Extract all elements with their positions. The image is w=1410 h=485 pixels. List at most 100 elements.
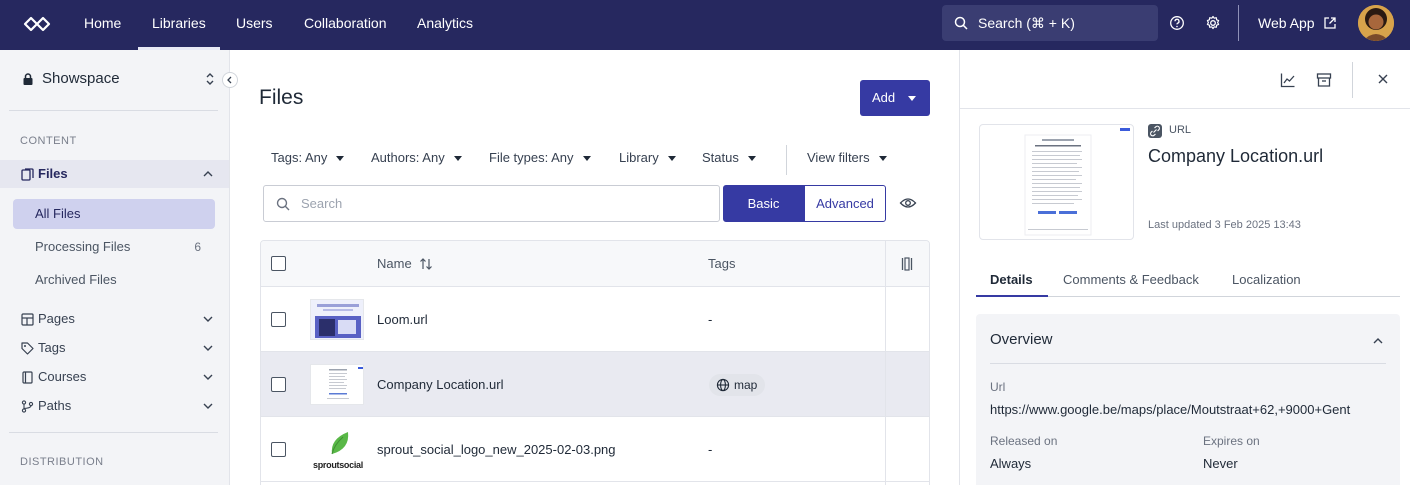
expires-on-value: Never bbox=[1203, 456, 1238, 471]
advanced-mode-button[interactable]: Advanced bbox=[804, 185, 886, 222]
gear-icon[interactable] bbox=[1205, 15, 1221, 31]
help-icon[interactable] bbox=[1169, 15, 1185, 31]
column-header-tags: Tags bbox=[708, 256, 736, 271]
external-link-icon[interactable] bbox=[1322, 15, 1338, 31]
web-app-label: Web App bbox=[1258, 15, 1315, 31]
file-name[interactable]: Loom.url bbox=[377, 287, 428, 352]
sidebar-item-tags[interactable]: Tags bbox=[0, 334, 229, 362]
global-search-placeholder: Search (⌘ + K) bbox=[978, 15, 1075, 31]
processing-count-badge: 6 bbox=[194, 240, 201, 254]
filter-status[interactable]: Status bbox=[702, 150, 756, 165]
workspace-selector[interactable]: Showspace bbox=[22, 70, 120, 87]
basic-mode-button[interactable]: Basic bbox=[723, 185, 804, 222]
nav-users[interactable]: Users bbox=[236, 0, 273, 50]
select-all-checkbox[interactable] bbox=[271, 256, 286, 271]
panel-toolbar bbox=[960, 50, 1410, 109]
overview-section: Overview Url https://www.google.be/maps/… bbox=[976, 314, 1400, 485]
released-on-label: Released on bbox=[990, 434, 1058, 448]
add-button-label: Add bbox=[872, 90, 896, 105]
released-on-value: Always bbox=[990, 456, 1032, 471]
chevron-up-icon[interactable] bbox=[1372, 336, 1384, 346]
chevron-up-icon bbox=[203, 171, 213, 177]
caret-down-icon bbox=[747, 156, 756, 162]
workspace-name: Showspace bbox=[42, 70, 120, 87]
sidebar-subitem-processing-files[interactable]: Processing Files 6 bbox=[13, 232, 215, 262]
nav-collaboration[interactable]: Collaboration bbox=[304, 0, 387, 50]
filter-divider bbox=[786, 145, 787, 175]
add-button[interactable]: Add bbox=[860, 80, 930, 116]
sidebar-item-label: Tags bbox=[38, 340, 66, 355]
filter-label: View filters bbox=[807, 150, 870, 165]
caret-down-icon bbox=[336, 156, 345, 162]
sidebar-item-courses[interactable]: Courses bbox=[0, 363, 229, 391]
sidebar-subitem-all-files[interactable]: All Files bbox=[13, 199, 215, 229]
section-label-content: CONTENT bbox=[20, 135, 77, 147]
table-row[interactable]: Loom.url - bbox=[261, 287, 929, 352]
chevron-down-icon bbox=[203, 316, 213, 322]
collapse-sidebar-button[interactable] bbox=[222, 72, 238, 88]
column-header-name[interactable]: Name bbox=[377, 241, 412, 287]
nav-analytics[interactable]: Analytics bbox=[417, 0, 473, 50]
chevron-down-icon bbox=[203, 403, 213, 409]
web-app-link[interactable]: Web App bbox=[1258, 0, 1315, 46]
caret-down-icon bbox=[453, 156, 462, 162]
filter-label: Tags: Any bbox=[271, 150, 328, 165]
nav-home[interactable]: Home bbox=[84, 0, 121, 50]
filter-tags[interactable]: Tags: Any bbox=[271, 150, 345, 165]
sidebar-item-files[interactable]: Files bbox=[0, 160, 229, 188]
page-title: Files bbox=[259, 86, 304, 109]
filter-file-types[interactable]: File types: Any bbox=[489, 150, 591, 165]
file-name[interactable]: Company Location.url bbox=[377, 352, 503, 417]
sidebar-subitem-archived-files[interactable]: Archived Files bbox=[13, 265, 215, 295]
topbar-divider bbox=[1238, 5, 1239, 41]
sort-icon[interactable] bbox=[419, 257, 433, 271]
files-search-input[interactable]: Search bbox=[263, 185, 720, 222]
tab-localization[interactable]: Localization bbox=[1232, 272, 1301, 287]
view-filters-dropdown[interactable]: View filters bbox=[807, 150, 887, 165]
tag-pill[interactable]: map bbox=[709, 374, 766, 396]
file-name[interactable]: sprout_social_logo_new_2025-02-03.png bbox=[377, 417, 616, 482]
columns-icon[interactable] bbox=[901, 257, 913, 271]
section-label-distribution: DISTRIBUTION bbox=[20, 456, 104, 468]
sidebar-item-label: Courses bbox=[38, 369, 87, 384]
table-row[interactable]: sproutsocial sprout_social_logo_new_2025… bbox=[261, 417, 929, 482]
filter-label: Status bbox=[702, 150, 739, 165]
chevron-left-icon bbox=[227, 76, 232, 84]
file-type-label: URL bbox=[1169, 124, 1192, 136]
file-thumbnail bbox=[310, 299, 364, 340]
filter-label: Authors: Any bbox=[371, 150, 445, 165]
tab-comments-feedback[interactable]: Comments & Feedback bbox=[1063, 272, 1199, 287]
analytics-icon[interactable] bbox=[1280, 72, 1296, 88]
sidebar-item-pages[interactable]: Pages bbox=[0, 305, 229, 333]
tag-icon bbox=[21, 342, 34, 355]
search-icon bbox=[276, 197, 290, 211]
chevron-updown-icon[interactable] bbox=[205, 72, 215, 86]
file-preview[interactable] bbox=[979, 124, 1134, 240]
sidebar-divider bbox=[9, 432, 218, 433]
row-checkbox[interactable] bbox=[271, 442, 286, 457]
row-checkbox[interactable] bbox=[271, 377, 286, 392]
nav-libraries[interactable]: Libraries bbox=[138, 0, 220, 50]
global-search[interactable]: Search (⌘ + K) bbox=[942, 5, 1158, 41]
row-checkbox[interactable] bbox=[271, 312, 286, 327]
sprout-logo-text: sproutsocial bbox=[313, 460, 363, 470]
url-value[interactable]: https://www.google.be/maps/place/Moutstr… bbox=[990, 402, 1350, 417]
brand-logo-icon[interactable] bbox=[22, 14, 52, 34]
tag-label: map bbox=[734, 378, 758, 392]
file-tags: - bbox=[708, 312, 713, 327]
file-thumbnail bbox=[310, 364, 364, 405]
files-table: Name Tags Loom.url - Company Location.ur… bbox=[260, 240, 930, 485]
close-icon[interactable] bbox=[1378, 74, 1388, 84]
table-row[interactable]: Company Location.url map bbox=[261, 352, 929, 417]
sidebar-item-label: Files bbox=[38, 166, 68, 181]
tab-details[interactable]: Details bbox=[990, 272, 1033, 287]
archive-icon[interactable] bbox=[1316, 72, 1332, 88]
sidebar-item-paths[interactable]: Paths bbox=[0, 392, 229, 420]
caret-down-icon bbox=[582, 156, 591, 162]
filter-library[interactable]: Library bbox=[619, 150, 676, 165]
sidebar: Showspace CONTENT Files All Files Proces… bbox=[0, 50, 238, 485]
eye-icon[interactable] bbox=[899, 196, 917, 210]
chevron-down-icon bbox=[203, 345, 213, 351]
filter-authors[interactable]: Authors: Any bbox=[371, 150, 462, 165]
user-avatar[interactable] bbox=[1358, 5, 1394, 41]
